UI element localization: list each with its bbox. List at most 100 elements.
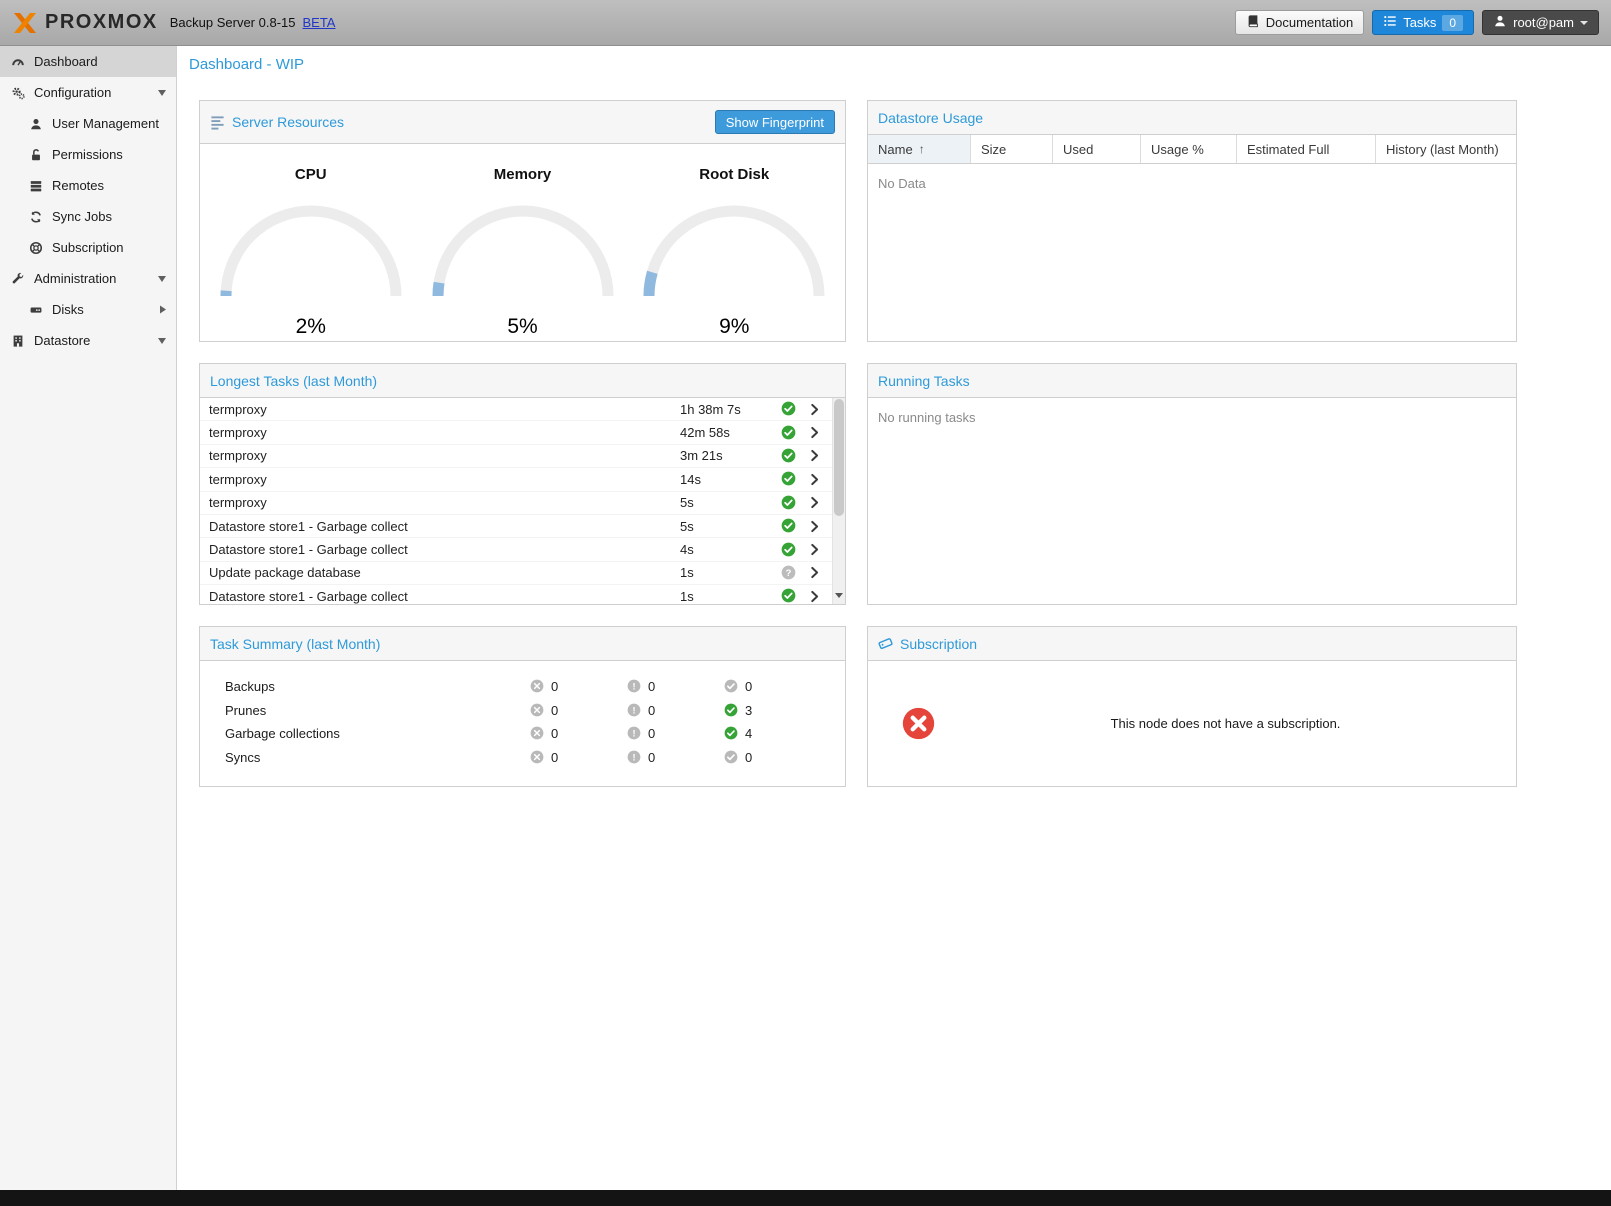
task-row[interactable]: Datastore store1 - Garbage collect 5s ?: [200, 515, 832, 538]
task-row[interactable]: termproxy 3m 21s ?: [200, 445, 832, 468]
column-header-estimated-full[interactable]: Estimated Full: [1237, 135, 1376, 163]
sidebar-item-configuration[interactable]: Configuration: [0, 77, 176, 108]
error-count-icon: [530, 726, 545, 741]
main-content: Dashboard - WIP Server Resources Show Fi…: [177, 46, 1611, 1190]
task-summary-label: Garbage collections: [200, 726, 530, 741]
svg-text:!: !: [632, 752, 635, 762]
documentation-button[interactable]: Documentation: [1235, 10, 1364, 35]
sidebar-item-datastore[interactable]: Datastore: [0, 325, 176, 356]
task-name: Datastore store1 - Garbage collect: [200, 519, 680, 534]
column-header-history[interactable]: History (last Month): [1376, 135, 1516, 163]
tasks-count-badge: 0: [1442, 15, 1463, 31]
proxmox-backup-app: PROXMOX Backup Server 0.8-15 BETA Docume…: [0, 0, 1611, 1206]
task-duration: 1s: [680, 589, 780, 604]
ok-count-icon: [724, 679, 739, 694]
task-row[interactable]: termproxy 5s ?: [200, 492, 832, 515]
task-duration: 4s: [680, 542, 780, 557]
collapse-arrow-icon[interactable]: [158, 338, 166, 344]
task-summary-label: Prunes: [200, 703, 530, 718]
ok-count-icon: [724, 750, 739, 765]
datastore-usage-empty: No Data: [868, 164, 1516, 203]
svg-text:!: !: [632, 729, 635, 739]
task-summary-row: Prunes 0 ! 0 3: [200, 699, 845, 723]
sidebar-item-permissions[interactable]: Permissions: [0, 139, 176, 170]
book-icon: [1246, 14, 1260, 31]
task-name: termproxy: [200, 495, 680, 510]
chevron-right-icon[interactable]: [796, 473, 832, 486]
sidebar-item-user-management[interactable]: User Management: [0, 108, 176, 139]
chevron-right-icon[interactable]: [796, 403, 832, 416]
chevron-right-icon[interactable]: [796, 590, 832, 603]
cpu-gauge: CPU 2%: [210, 166, 412, 341]
task-row[interactable]: termproxy 42m 58s ?: [200, 421, 832, 444]
task-row[interactable]: Datastore store1 - Garbage collect 1s ?: [200, 585, 832, 604]
task-summary-body: Backups 0 ! 0 0 Prunes 0: [200, 661, 845, 786]
sidebar-item-sync-jobs[interactable]: Sync Jobs: [0, 201, 176, 232]
column-header-used[interactable]: Used: [1053, 135, 1141, 163]
svg-text:!: !: [632, 682, 635, 692]
chevron-right-icon[interactable]: [796, 520, 832, 533]
sidebar-item-administration[interactable]: Administration: [0, 263, 176, 294]
task-row[interactable]: termproxy 14s ?: [200, 468, 832, 491]
running-tasks-header: Running Tasks: [868, 364, 1516, 398]
user-menu-button[interactable]: root@pam: [1482, 10, 1599, 35]
task-duration: 5s: [680, 495, 780, 510]
subscription-body: This node does not have a subscription.: [868, 661, 1516, 786]
server-icon: [28, 179, 44, 193]
memory-gauge-value: 5%: [422, 315, 624, 339]
collapse-arrow-icon[interactable]: [158, 276, 166, 282]
unlock-icon: [28, 148, 44, 162]
warning-count-icon: !: [627, 703, 642, 718]
sidebar-item-dashboard[interactable]: Dashboard: [0, 46, 176, 77]
chevron-right-icon[interactable]: [796, 426, 832, 439]
svg-text:!: !: [632, 705, 635, 715]
task-status-icon: ?: [780, 495, 796, 511]
proxmox-logo[interactable]: PROXMOX: [12, 11, 158, 34]
task-summary-header: Task Summary (last Month): [200, 627, 845, 661]
scrollbar-down-icon[interactable]: [833, 593, 845, 602]
longest-tasks-header: Longest Tasks (last Month): [200, 364, 845, 398]
expand-arrow-icon[interactable]: [160, 305, 166, 313]
task-duration: 3m 21s: [680, 448, 780, 463]
task-row[interactable]: Datastore store1 - Garbage collect 4s ?: [200, 538, 832, 561]
datastore-usage-column-headers: Name↑ Size Used Usage % Estimated Full H…: [868, 135, 1516, 164]
task-name: termproxy: [200, 402, 680, 417]
chevron-right-icon[interactable]: [796, 543, 832, 556]
error-count: 0: [551, 679, 558, 694]
sidebar-item-disks[interactable]: Disks: [0, 294, 176, 325]
task-duration: 14s: [680, 472, 780, 487]
column-header-size[interactable]: Size: [971, 135, 1053, 163]
column-header-name[interactable]: Name↑: [868, 135, 971, 163]
show-fingerprint-button[interactable]: Show Fingerprint: [715, 110, 835, 134]
tachometer-icon: [10, 55, 26, 69]
task-status-icon: ?: [780, 565, 796, 581]
longest-tasks-panel: Longest Tasks (last Month) termproxy 1h …: [199, 363, 846, 605]
sidebar-item-subscription[interactable]: Subscription: [0, 232, 176, 263]
task-summary-row: Garbage collections 0 ! 0 4: [200, 722, 845, 746]
root-disk-gauge-value: 9%: [633, 315, 835, 339]
proxmox-x-icon: [12, 12, 38, 34]
task-list-icon: [1383, 14, 1397, 31]
datastore-usage-panel: Datastore Usage Name↑ Size Used Usage % …: [867, 100, 1517, 342]
scrollbar-thumb[interactable]: [834, 399, 844, 516]
task-row[interactable]: termproxy 1h 38m 7s ?: [200, 398, 832, 421]
chevron-right-icon[interactable]: [796, 496, 832, 509]
collapse-arrow-icon[interactable]: [158, 90, 166, 96]
task-status-icon: ?: [780, 401, 796, 417]
ok-count-icon: [724, 703, 739, 718]
warning-count-icon: !: [627, 726, 642, 741]
sidebar-item-remotes[interactable]: Remotes: [0, 170, 176, 201]
warning-count-icon: !: [627, 679, 642, 694]
chevron-right-icon[interactable]: [796, 566, 832, 579]
task-name: Datastore store1 - Garbage collect: [200, 542, 680, 557]
beta-link[interactable]: BETA: [302, 15, 335, 30]
ok-count: 0: [745, 679, 752, 694]
column-header-usage[interactable]: Usage %: [1141, 135, 1237, 163]
datastore-usage-header: Datastore Usage: [868, 101, 1516, 135]
running-tasks-panel: Running Tasks No running tasks: [867, 363, 1517, 605]
chevron-right-icon[interactable]: [796, 449, 832, 462]
task-row[interactable]: Update package database 1s ?: [200, 562, 832, 585]
scrollbar[interactable]: [832, 398, 845, 604]
tasks-button[interactable]: Tasks 0: [1372, 10, 1474, 35]
task-name: Datastore store1 - Garbage collect: [200, 589, 680, 604]
